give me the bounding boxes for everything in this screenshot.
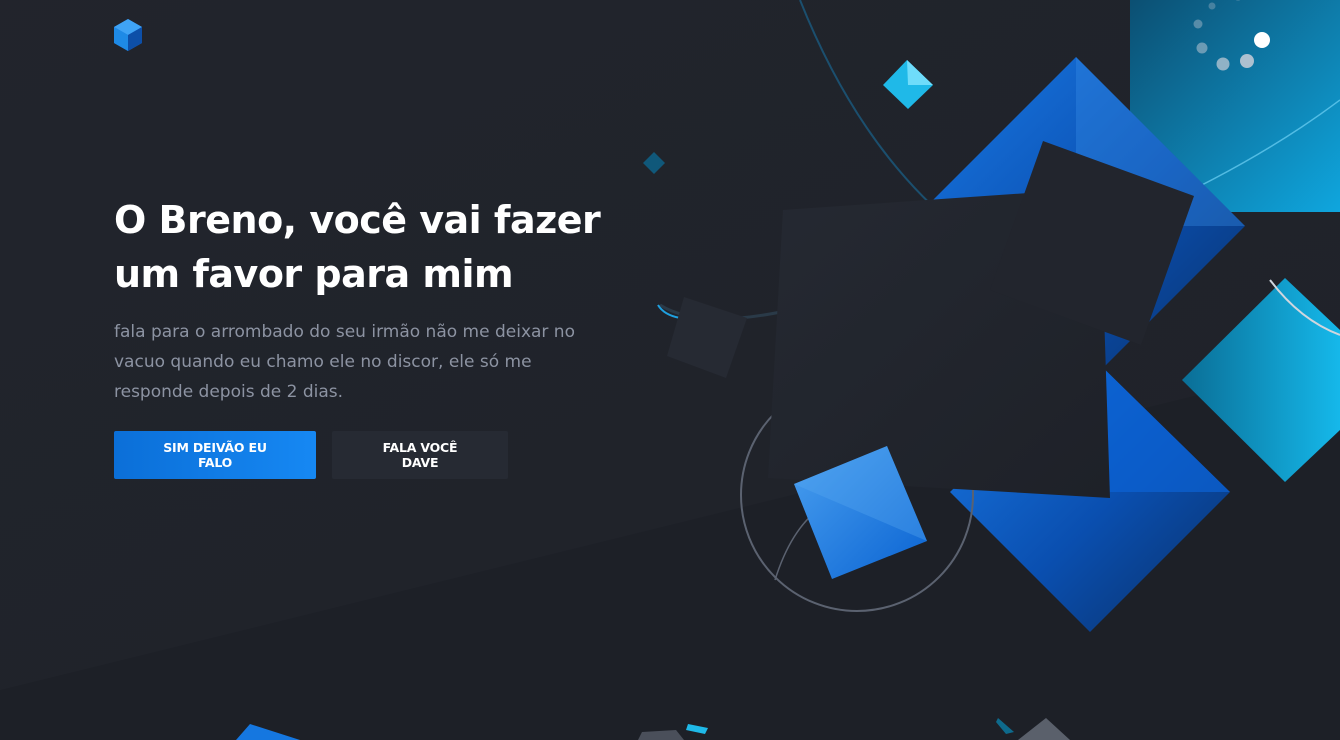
hero-actions: Sim deivão eu falo Fala você Dave — [114, 431, 634, 479]
landing-page: O Breno, você vai fazer um favor para mi… — [0, 0, 1340, 740]
hexagon-cube-logo-icon[interactable] — [113, 18, 143, 52]
primary-cta-button[interactable]: Sim deivão eu falo — [114, 431, 316, 479]
secondary-cta-button[interactable]: Fala você Dave — [332, 431, 508, 479]
hero-title: O Breno, você vai fazer um favor para mi… — [114, 198, 601, 296]
hero-section: O Breno, você vai fazer um favor para mi… — [114, 193, 634, 479]
hero-text: fala para o arrombado do seu irmão não m… — [114, 322, 575, 402]
